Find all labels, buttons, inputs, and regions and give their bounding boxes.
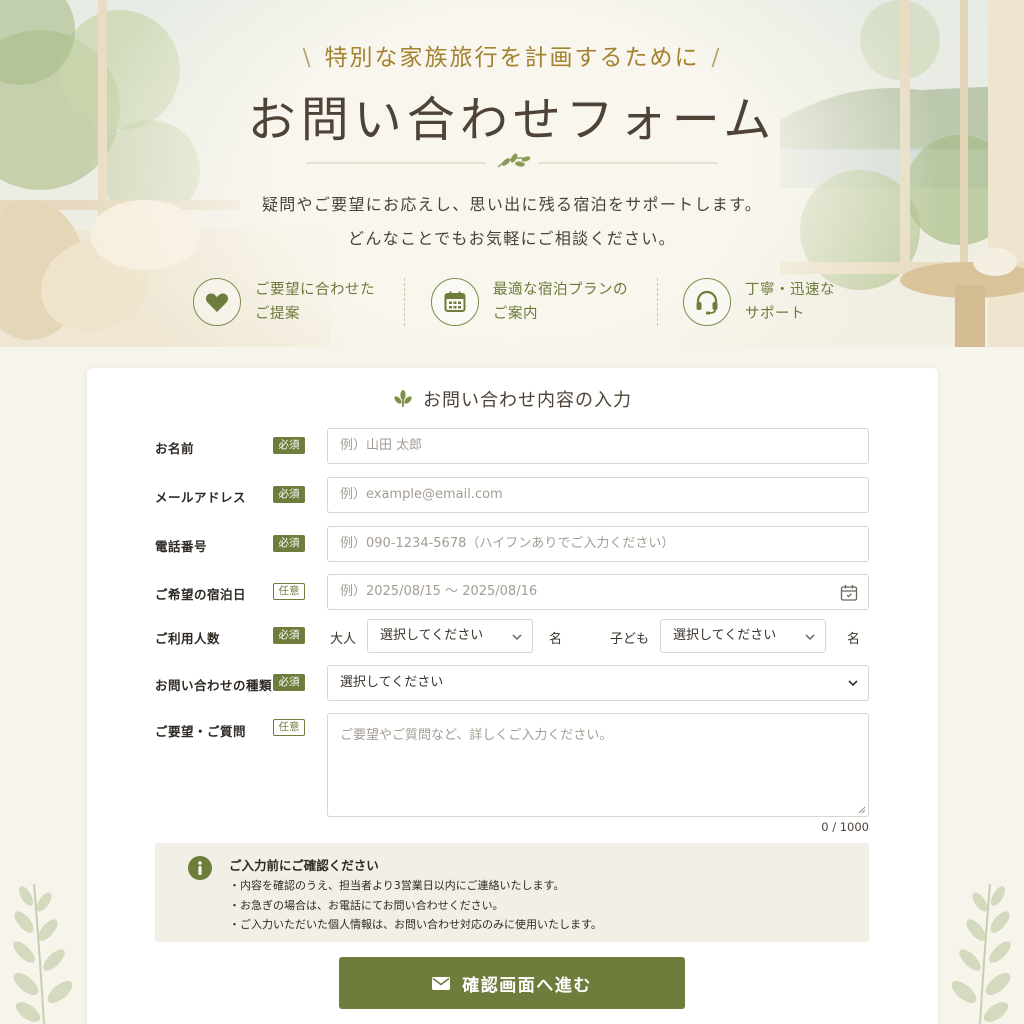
notice-item: 内容を確認のうえ、担当者より3営業日以内にご連絡いたします。 — [229, 876, 602, 896]
feature-separator — [404, 278, 405, 326]
dates-label: ご希望の宿泊日 — [155, 587, 247, 602]
hero-description-line-1: 疑問やご要望にお応えし、思い出に残る宿泊をサポートします。 — [261, 195, 763, 214]
feature-label: 丁寧・迅速な — [745, 282, 835, 298]
optional-badge: 任意 — [273, 719, 305, 736]
headset-icon — [683, 278, 731, 326]
form-row-email: メールアドレス 必須 例）example@email.com — [155, 477, 869, 513]
calendar-icon — [431, 278, 479, 326]
form-row-message: ご要望・ご質問 任意 ご要望やご質問など、詳しくご入力ください。 0 / 100… — [155, 713, 869, 838]
hero-kicker: \ 特別な家族旅行を計画するために / — [302, 45, 722, 71]
phone-input[interactable]: 例）090-1234-5678（ハイフンありでご入力ください） — [327, 526, 869, 562]
name-input-placeholder: 例）山田 太郎 — [340, 438, 423, 453]
notice-item: お急ぎの場合は、お電話にてお問い合わせください。 — [229, 896, 602, 916]
form-row-dates: ご希望の宿泊日 任意 例）2025/08/15 ～ 2025/08/16 — [155, 574, 869, 610]
page-title: お問い合わせフォーム — [247, 92, 777, 148]
feature-label: サポート — [745, 306, 805, 322]
message-label: ご要望・ご質問 — [155, 724, 247, 739]
notice-list: 内容を確認のうえ、担当者より3営業日以内にご連絡いたします。 お急ぎの場合は、お… — [229, 876, 602, 935]
chevron-down-icon — [512, 634, 522, 641]
children-unit: 名 — [847, 632, 861, 647]
hero-banner: \ 特別な家族旅行を計画するために / お問い合わせフォーム 疑問やご要望にお応えし… — [0, 0, 1024, 347]
chevron-down-icon — [848, 680, 858, 687]
proceed-to-confirm-button[interactable]: 確認画面へ進む — [339, 957, 685, 1009]
form-row-people: ご利用人数 必須 大人 選択してください 名 子ども 選択してください 名 — [155, 619, 869, 653]
email-input[interactable]: 例）example@email.com — [327, 477, 869, 513]
adults-select-value: 選択してください — [380, 628, 484, 643]
feature-label: ご要望に合わせた — [255, 282, 375, 298]
name-input[interactable]: 例）山田 太郎 — [327, 428, 869, 464]
feature-label: 最適な宿泊プランの — [493, 282, 628, 298]
notice-title: ご入力前にご確認ください — [229, 858, 379, 873]
required-badge: 必須 — [273, 437, 305, 454]
leaf-decoration-icon — [13, 883, 73, 1024]
feature-separator — [657, 278, 658, 326]
inquiry-type-value: 選択してください — [340, 675, 444, 690]
heart-icon — [193, 278, 241, 326]
email-label: メールアドレス — [155, 490, 247, 505]
stay-dates-placeholder: 例）2025/08/15 ～ 2025/08/16 — [340, 584, 538, 599]
hero-description: 疑問やご要望にお応えし、思い出に残る宿泊をサポートします。 どんなことでもお気軽… — [0, 188, 1024, 256]
stay-dates-input[interactable]: 例）2025/08/15 ～ 2025/08/16 — [327, 574, 869, 610]
adults-unit: 名 — [549, 632, 563, 647]
children-select-value: 選択してください — [673, 628, 777, 643]
feature-list: ご要望に合わせた ご提案 最適な宿泊プランの ご案内 丁寧・迅速な サポート — [0, 276, 1024, 328]
children-select[interactable]: 選択してください — [660, 619, 826, 653]
leaf-decoration-icon — [951, 883, 1011, 1024]
mail-icon — [432, 976, 451, 990]
children-label: 子ども — [610, 632, 650, 647]
required-badge: 必須 — [273, 627, 305, 644]
resize-handle-icon[interactable] — [858, 806, 866, 814]
info-icon — [188, 856, 212, 880]
hero-kicker-text: 特別な家族旅行を計画するために — [324, 45, 700, 71]
form-section-title: お問い合わせ内容の入力 — [87, 386, 938, 412]
adults-label: 大人 — [330, 632, 357, 647]
message-placeholder: ご要望やご質問など、詳しくご入力ください。 — [340, 728, 613, 743]
name-label: お名前 — [155, 441, 195, 456]
form-row-phone: 電話番号 必須 例）090-1234-5678（ハイフンありでご入力ください） — [155, 526, 869, 562]
required-badge: 必須 — [273, 535, 305, 552]
phone-label: 電話番号 — [155, 539, 208, 554]
people-label: ご利用人数 — [155, 631, 221, 646]
phone-input-placeholder: 例）090-1234-5678（ハイフンありでご入力ください） — [340, 536, 675, 551]
feature-label: ご案内 — [493, 306, 538, 322]
character-counter: 0 / 1000 — [821, 820, 869, 834]
hero-description-line-2: どんなことでもお気軽にご相談ください。 — [348, 229, 676, 248]
optional-badge: 任意 — [273, 583, 305, 600]
feature-label: ご提案 — [255, 306, 300, 322]
email-input-placeholder: 例）example@email.com — [340, 487, 503, 502]
form-section-title-text: お問い合わせ内容の入力 — [423, 390, 632, 411]
message-textarea[interactable]: ご要望やご質問など、詳しくご入力ください。 — [327, 713, 869, 817]
required-badge: 必須 — [273, 486, 305, 503]
contact-form-card: お問い合わせ内容の入力 お名前 必須 例）山田 太郎 メールアドレス 必須 例）… — [87, 368, 938, 1024]
required-badge: 必須 — [273, 674, 305, 691]
adults-select[interactable]: 選択してください — [367, 619, 533, 653]
form-row-name: お名前 必須 例）山田 太郎 — [155, 428, 869, 464]
inquiry-type-select[interactable]: 選択してください — [327, 665, 869, 701]
ornament-divider-icon — [306, 153, 718, 168]
chevron-down-icon — [805, 634, 815, 641]
inquiry-type-label: お問い合わせの種類 — [155, 678, 273, 693]
notice-box: ご入力前にご確認ください 内容を確認のうえ、担当者より3営業日以内にご連絡いたし… — [155, 843, 869, 942]
form-row-inquiry-type: お問い合わせの種類 必須 選択してください — [155, 665, 869, 701]
calendar-picker-icon[interactable] — [840, 584, 858, 602]
leaf-sprout-icon — [394, 390, 412, 407]
notice-item: ご入力いただいた個人情報は、お問い合わせ対応のみに使用いたします。 — [229, 915, 602, 935]
submit-button-label: 確認画面へ進む — [462, 975, 592, 996]
